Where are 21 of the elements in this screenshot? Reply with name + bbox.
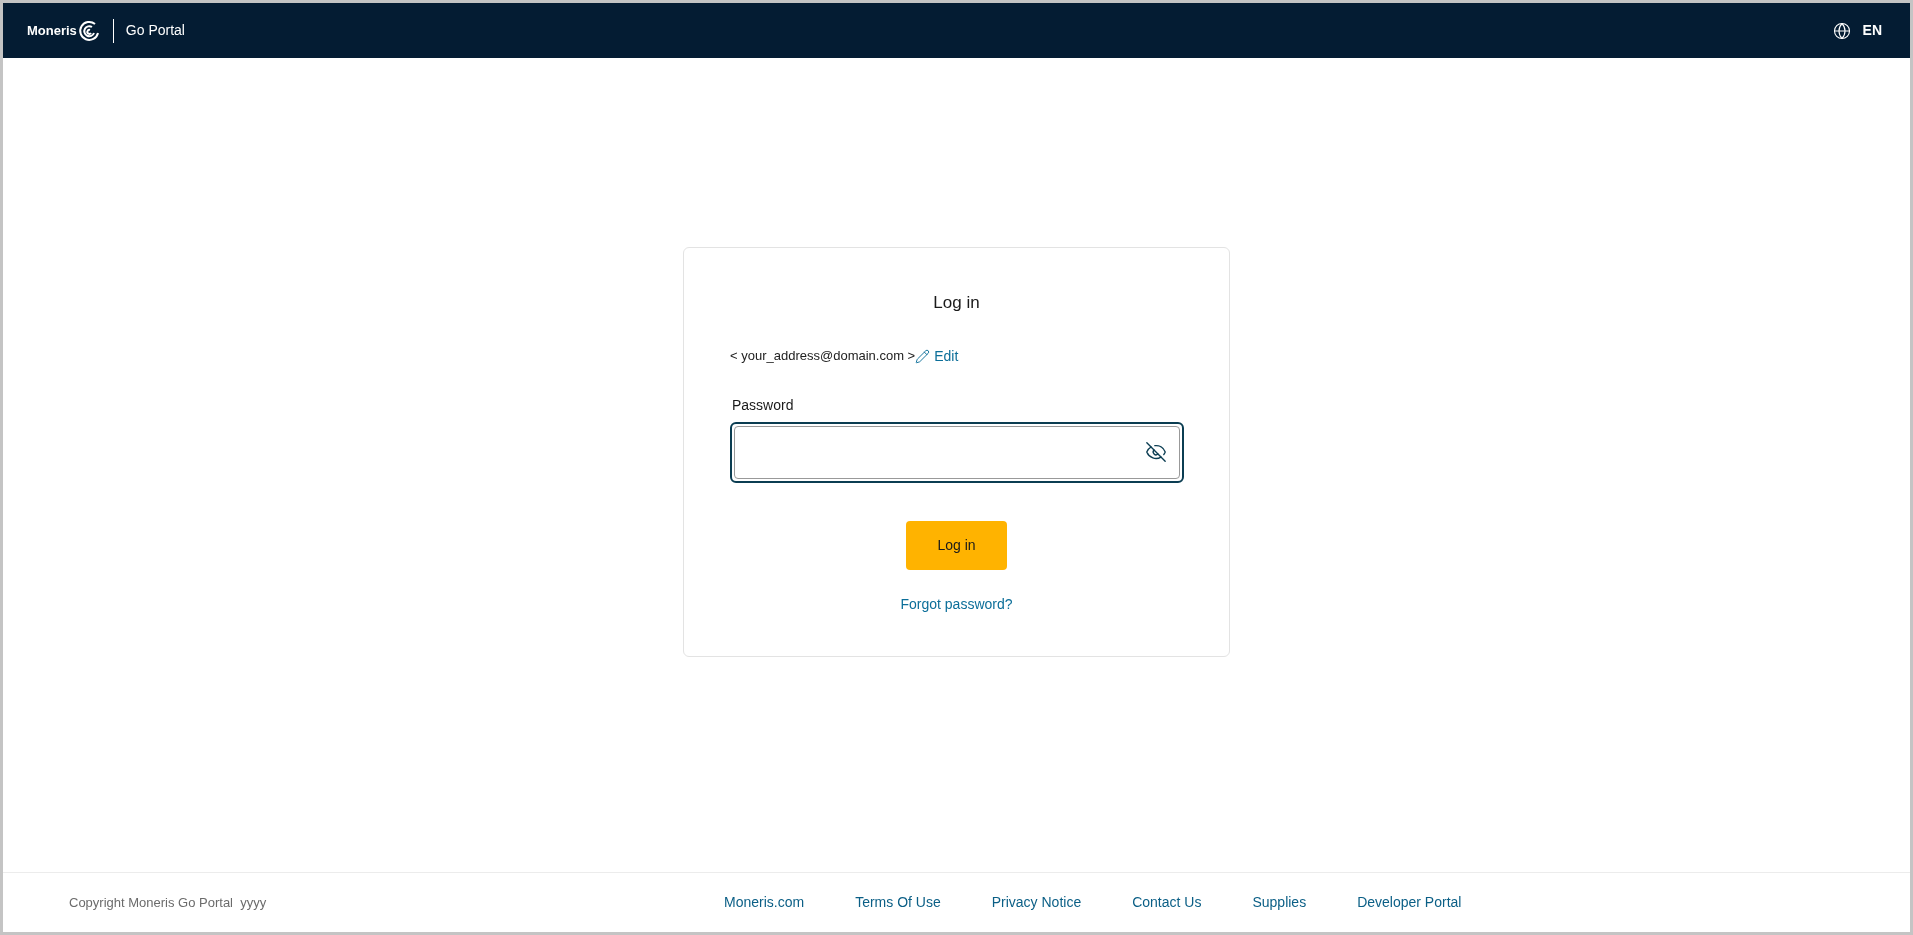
footer-link[interactable]: Developer Portal <box>1357 892 1462 913</box>
language-selector[interactable]: EN <box>1832 20 1886 41</box>
footer-link[interactable]: Contact Us <box>1132 892 1202 913</box>
footer-link[interactable]: Moneris.com <box>724 892 805 913</box>
footer-link[interactable]: Privacy Notice <box>991 892 1082 913</box>
email-text: < your_address@domain.com > <box>730 347 916 366</box>
footer-link[interactable]: Supplies <box>1252 892 1307 913</box>
forgot-password-link[interactable]: Forgot password? <box>900 593 1013 615</box>
globe-icon <box>1832 21 1851 40</box>
password-label: Password <box>732 395 794 415</box>
swirl-logo-icon <box>76 18 101 43</box>
eye-slash-icon[interactable] <box>1144 441 1167 463</box>
card-title: Log in <box>933 292 980 314</box>
product-title: Go Portal <box>125 21 185 40</box>
edit-link[interactable]: Edit <box>915 345 959 367</box>
password-field[interactable] <box>729 421 1184 483</box>
login-button[interactable]: Log in <box>906 520 1007 570</box>
pencil-icon <box>915 348 931 364</box>
footer-link[interactable]: Terms Of Use <box>855 892 941 913</box>
logo-wordmark: Moneris <box>27 21 77 40</box>
copyright-text: Copyright Moneris Go Portal yyyy <box>69 893 267 912</box>
